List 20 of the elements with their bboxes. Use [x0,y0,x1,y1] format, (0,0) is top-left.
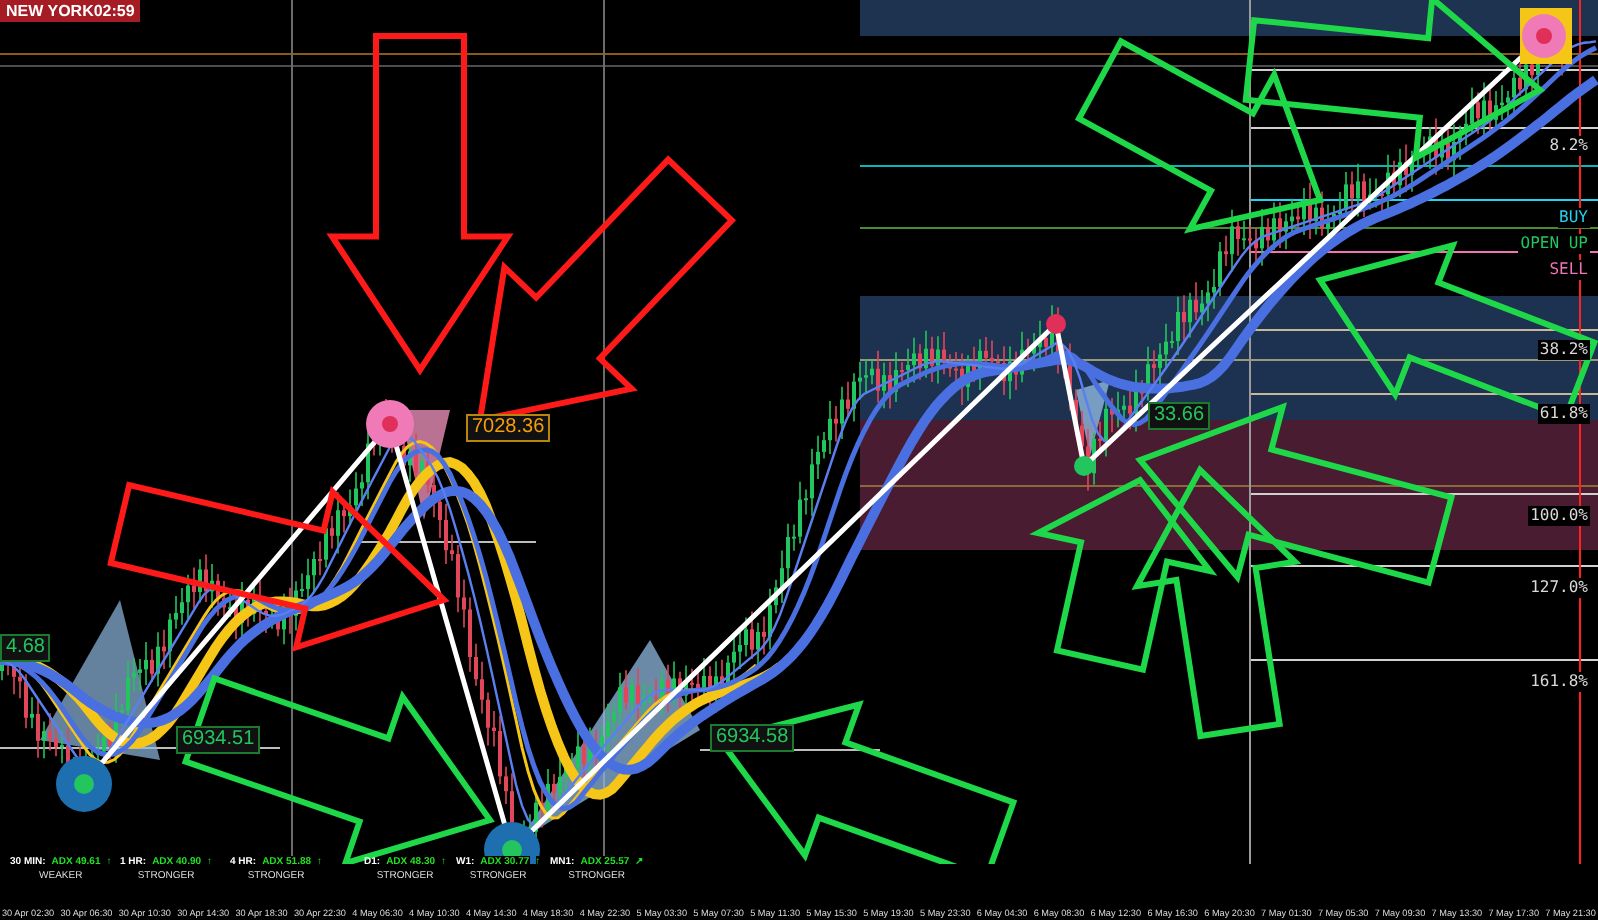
level-label: OPEN UP [1518,234,1590,254]
price-label: 4.68 [0,634,51,662]
level-label: SELL [1547,260,1590,280]
marker-dot [1046,314,1066,334]
level-label: 38.2% [1537,340,1590,360]
marker-dot [1074,456,1094,476]
level-label: 8.2% [1547,136,1590,156]
price-label: 33.66 [1148,402,1211,430]
level-label: 61.8% [1537,404,1590,424]
target-marker [366,400,414,448]
level-label: 127.0% [1528,578,1590,598]
target-marker [56,756,112,812]
level-label: 161.8% [1528,672,1590,692]
price-label: 6934.58 [710,724,795,752]
price-label: 6934.51 [176,726,261,754]
level-label: BUY [1557,208,1590,228]
level-label: 100.0% [1528,506,1590,526]
price-label: 7028.36 [466,414,551,442]
target-marker [1520,8,1572,64]
clock-label: NEW YORK02:59 [0,0,141,22]
